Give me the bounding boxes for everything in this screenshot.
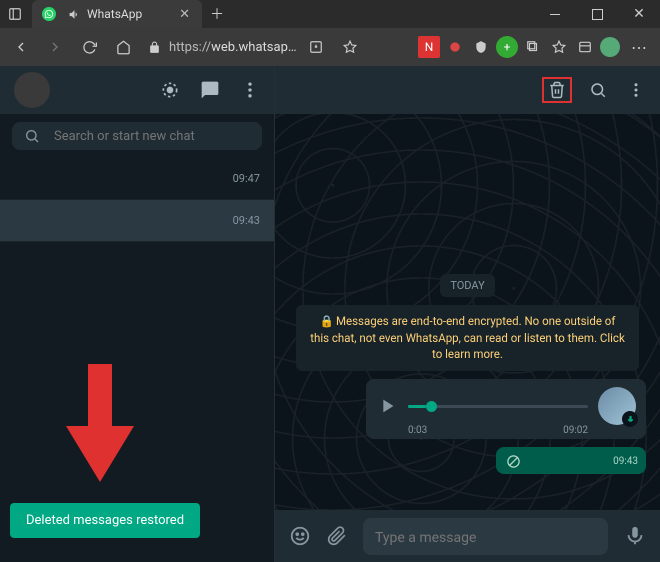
profile-avatar[interactable] — [600, 37, 620, 57]
window-minimize[interactable] — [534, 0, 576, 28]
extension-icon[interactable] — [470, 36, 492, 58]
message-input-wrap — [363, 518, 608, 555]
app-install-icon[interactable] — [301, 32, 331, 62]
chat-item[interactable]: 09:47 — [0, 158, 274, 200]
chat-list: 09:47 09:43 — [0, 158, 274, 562]
lock-icon[interactable] — [148, 41, 161, 54]
tab-title: WhatsApp — [87, 7, 171, 21]
browser-menu[interactable]: ⋯ — [624, 32, 654, 62]
extension-icon[interactable] — [522, 36, 544, 58]
voice-progress-track[interactable] — [408, 405, 588, 408]
address-bar[interactable]: https://web.whatsap… — [169, 40, 297, 55]
window-maximize[interactable] — [576, 0, 618, 28]
search-input[interactable] — [54, 129, 250, 144]
home-button[interactable] — [108, 32, 138, 62]
chat-footer — [275, 510, 660, 562]
microphone-icon — [622, 411, 638, 427]
browser-toolbar: https://web.whatsap… N + ⋯ — [0, 28, 660, 66]
attach-icon[interactable] — [327, 526, 347, 546]
new-chat-icon[interactable] — [200, 80, 220, 100]
toast-notification: Deleted messages restored — [10, 503, 200, 538]
favorite-icon[interactable] — [335, 32, 365, 62]
chat-item[interactable]: 09:43 — [0, 200, 274, 242]
sidebar-header — [0, 66, 274, 114]
delete-icon[interactable] — [542, 77, 572, 103]
new-tab-button[interactable]: ＋ — [210, 4, 224, 24]
voice-elapsed: 0:03 — [408, 425, 427, 436]
extension-icon[interactable] — [444, 36, 466, 58]
day-label: TODAY — [440, 274, 494, 297]
back-button[interactable] — [6, 32, 36, 62]
collections-icon[interactable] — [574, 36, 596, 58]
lock-icon: 🔒 — [320, 314, 334, 328]
favorites-bar-icon[interactable] — [548, 36, 570, 58]
emoji-icon[interactable] — [289, 525, 311, 547]
user-avatar[interactable] — [14, 72, 50, 108]
refresh-button[interactable] — [74, 32, 104, 62]
blocked-icon — [506, 454, 521, 469]
whatsapp-app: 09:47 09:43 Deleted messages restored TO… — [0, 66, 660, 562]
sidebar-menu-icon[interactable] — [240, 80, 260, 100]
voice-remaining: 09:02 — [563, 425, 588, 436]
chat-time: 09:47 — [233, 172, 260, 185]
chat-time: 09:43 — [233, 214, 260, 227]
extension-icon[interactable]: + — [496, 36, 518, 58]
forward-button[interactable] — [40, 32, 70, 62]
sidebar: 09:47 09:43 Deleted messages restored — [0, 66, 275, 562]
search-icon[interactable] — [586, 78, 610, 102]
whatsapp-favicon — [42, 7, 56, 21]
tab-panel-icon[interactable] — [8, 7, 22, 21]
browser-tab[interactable]: WhatsApp ✕ — [32, 0, 202, 28]
encryption-notice[interactable]: 🔒Messages are end-to-end encrypted. No o… — [296, 305, 639, 371]
play-icon[interactable] — [376, 395, 398, 417]
outgoing-message[interactable]: 09:43 — [496, 447, 646, 474]
window-close[interactable]: ✕ — [618, 0, 660, 28]
extension-icon[interactable]: N — [418, 36, 440, 58]
sender-avatar — [598, 387, 636, 425]
search-bar — [0, 114, 274, 158]
message-input[interactable] — [375, 530, 596, 546]
message-list: TODAY 🔒Messages are end-to-end encrypted… — [275, 114, 660, 510]
search-icon — [24, 128, 40, 144]
status-icon[interactable] — [160, 80, 180, 100]
voice-message[interactable]: 0:03 09:02 — [366, 379, 646, 439]
chat-panel: TODAY 🔒Messages are end-to-end encrypted… — [275, 66, 660, 562]
tab-close-button[interactable]: ✕ — [177, 7, 192, 22]
chat-header — [275, 66, 660, 114]
chat-menu-icon[interactable] — [624, 78, 648, 102]
audio-icon — [68, 8, 81, 21]
window-titlebar: WhatsApp ✕ ＋ ✕ — [0, 0, 660, 28]
message-time: 09:43 — [613, 456, 638, 467]
microphone-icon[interactable] — [624, 525, 646, 547]
